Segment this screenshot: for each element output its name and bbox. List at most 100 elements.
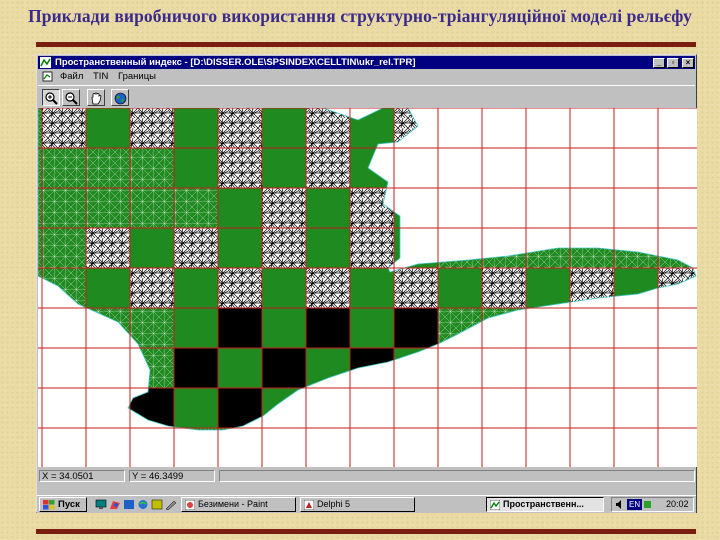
tin-cell-sparse: [262, 268, 306, 308]
document-icon[interactable]: [42, 71, 53, 82]
tin-cell-sparse: [86, 108, 130, 148]
zoom-out-button[interactable]: [62, 89, 80, 106]
tin-cell-dense: [42, 108, 86, 148]
tin-cell-sparse: [86, 268, 130, 308]
status-x-coordinate: X = 34.0501: [39, 470, 125, 482]
paint-icon[interactable]: [109, 499, 121, 510]
tin-cell-sparse: [262, 148, 306, 188]
menu-file[interactable]: Файл: [60, 70, 83, 83]
bottom-divider: [36, 529, 696, 534]
tin-cell-sparse: [174, 388, 218, 428]
tin-cell-solid: [350, 348, 394, 388]
tin-cell-dense: [350, 228, 394, 268]
tin-cell-sparse: [438, 268, 482, 308]
tin-cell-solid: [262, 348, 306, 388]
pan-button[interactable]: [87, 89, 105, 106]
start-button[interactable]: Пуск: [39, 497, 87, 512]
taskbar: Пуск Безимени - Paint Delphi 5 Пространс…: [37, 495, 696, 513]
tin-cell-solid: [174, 348, 218, 388]
task-paint[interactable]: Безимени - Paint: [181, 497, 296, 512]
tin-cell-dense: [130, 108, 174, 148]
task-spatial-index[interactable]: Пространственн...: [486, 497, 604, 512]
app-window: Пространственный индекс - [D:\DISSER.OLE…: [36, 54, 697, 513]
desktop-icon[interactable]: [95, 499, 107, 510]
tin-cell-dense: [306, 268, 350, 308]
tray-status-icon[interactable]: [644, 501, 651, 508]
tin-cell-sparse: [526, 268, 570, 308]
network-icon[interactable]: [137, 499, 149, 510]
spatial-index-task-icon: [490, 500, 500, 510]
tin-cell-solid: [218, 308, 262, 348]
task-delphi[interactable]: Delphi 5: [300, 497, 415, 512]
tin-cell-sparse: [262, 388, 306, 428]
menu-bar: Файл TIN Границы: [38, 70, 695, 83]
tools-icon[interactable]: [165, 499, 177, 510]
tin-cell-sparse: [174, 268, 218, 308]
app-icon: [40, 57, 51, 68]
tin-cell-dense: [306, 108, 350, 148]
tin-cell-dense: [658, 268, 696, 308]
tin-cell-sparse: [350, 108, 394, 148]
land-layer: [38, 108, 697, 431]
tin-cell-dense: [218, 268, 262, 308]
status-bar: X = 34.0501 Y = 46.3499: [38, 469, 695, 483]
tin-cell-sparse: [130, 228, 174, 268]
tin-cell-sparse: [350, 268, 394, 308]
tin-cell-sparse: [218, 348, 262, 388]
tin-cell-dense: [218, 108, 262, 148]
tin-cell-solid: [218, 388, 262, 428]
globe-button[interactable]: [111, 89, 129, 106]
tin-cell-sparse: [306, 188, 350, 228]
explorer-icon[interactable]: [151, 499, 163, 510]
restore-button[interactable]: ▫: [667, 58, 679, 68]
tin-cell-dense: [350, 188, 394, 228]
window-titlebar[interactable]: Пространственный индекс - [D:\DISSER.OLE…: [38, 56, 695, 69]
tin-cell-dense: [218, 148, 262, 188]
tin-cell-sparse: [174, 148, 218, 188]
zoom-in-icon: [45, 92, 58, 105]
zoom-out-icon: [65, 92, 78, 105]
language-indicator[interactable]: EN: [627, 499, 643, 510]
system-tray: EN 20:02: [611, 497, 694, 512]
status-empty-panel: [219, 470, 695, 482]
tin-cell-sparse: [394, 228, 438, 268]
tin-cell-sparse: [218, 188, 262, 228]
tin-cell-dense: [174, 228, 218, 268]
tin-cell-dense: [306, 388, 350, 428]
task-spatial-index-label: Пространственн...: [503, 499, 584, 509]
close-button[interactable]: ×: [682, 58, 694, 68]
slide-title: Приклади виробничого використання структ…: [28, 6, 692, 26]
paint-task-icon: [185, 500, 195, 510]
tin-cell-sparse: [262, 308, 306, 348]
tin-cell-sparse: [174, 308, 218, 348]
tin-cell-dense: [86, 228, 130, 268]
tin-cell-sparse: [614, 268, 658, 308]
tin-cell-sparse: [306, 348, 350, 388]
tin-map[interactable]: [38, 108, 697, 467]
clock: 20:02: [666, 499, 689, 509]
tin-cell-sparse: [218, 228, 262, 268]
menu-tin[interactable]: TIN: [93, 70, 108, 83]
minimize-button[interactable]: _: [653, 58, 665, 68]
tin-cell-dense: [306, 148, 350, 188]
speaker-icon[interactable]: [615, 500, 624, 509]
tin-cell-solid: [306, 308, 350, 348]
tin-cell-dense: [394, 268, 438, 308]
start-label: Пуск: [58, 499, 80, 510]
tin-cell-solid: [306, 388, 350, 428]
tin-cell-sparse: [394, 348, 438, 388]
tin-cell-sparse: [394, 188, 438, 228]
tin-cell-dense: [570, 268, 614, 308]
zoom-in-button[interactable]: [42, 89, 60, 106]
tin-cell-sparse: [262, 108, 306, 148]
program-icon[interactable]: [123, 499, 135, 510]
menu-borders[interactable]: Границы: [118, 70, 156, 83]
globe-icon: [114, 92, 127, 105]
tin-cell-sparse: [350, 308, 394, 348]
tin-cell-sparse: [438, 108, 482, 148]
delphi-task-icon: [304, 500, 314, 510]
toolbar: [38, 85, 695, 109]
windows-flag-icon: [43, 500, 55, 510]
map-view[interactable]: [38, 108, 697, 467]
window-title: Пространственный индекс - [D:\DISSER.OLE…: [55, 57, 416, 68]
